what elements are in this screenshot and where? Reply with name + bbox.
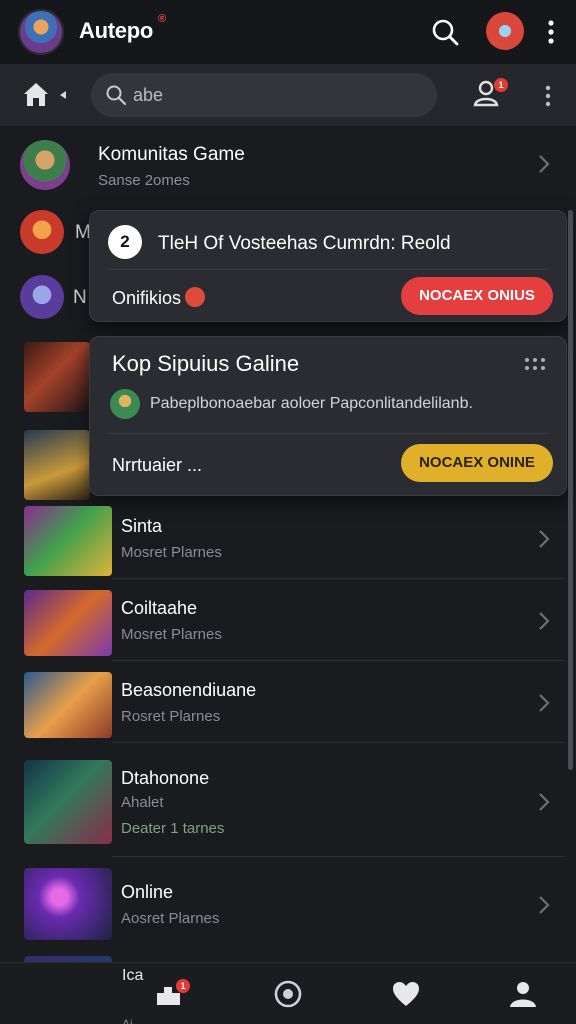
notification-badge: 1	[494, 78, 508, 92]
game-title: Dtahonone	[121, 768, 210, 788]
game-list-item[interactable]: Sinta Mosret Plarnes	[0, 504, 576, 580]
divider	[108, 433, 548, 434]
game-title: Beasonendiuane	[121, 680, 257, 700]
divider	[112, 578, 564, 579]
notification-title: TleH Of Vosteehas Cumrdn: Reold	[158, 233, 451, 254]
divider	[112, 856, 564, 857]
emoji-icon	[185, 287, 206, 307]
chevron-right-icon	[539, 612, 550, 630]
search-icon	[106, 85, 127, 106]
app-logo[interactable]	[18, 9, 64, 55]
game-thumbnail[interactable]	[24, 342, 90, 412]
partial-item-subtitle: Ai	[122, 1017, 133, 1024]
grid-dots-icon[interactable]	[522, 355, 548, 373]
game-title: Sinta	[121, 516, 163, 536]
title-mark: ®	[158, 13, 167, 25]
discover-tab-icon[interactable]	[273, 979, 303, 1009]
chevron-right-icon	[539, 896, 550, 914]
game-subtitle: Aosret Plarnes	[121, 910, 220, 927]
game-thumbnail	[24, 590, 112, 656]
divider	[108, 269, 548, 270]
profile-icon[interactable]	[508, 979, 538, 1009]
game-thumbnail	[24, 760, 112, 844]
more-vertical-icon[interactable]	[538, 82, 558, 110]
notification-card[interactable]: 2 TleH Of Vosteehas Cumrdn: Reold Onifik…	[89, 210, 567, 322]
game-list-item[interactable]: Beasonendiuane Rosret Plarnes	[0, 668, 576, 744]
game-subtitle-secondary: Ahalet	[121, 794, 164, 811]
chevron-right-icon	[539, 155, 550, 173]
chevron-right-icon	[539, 530, 550, 548]
featured-title: Kop Sipuius Galine	[112, 351, 300, 376]
game-thumbnail	[24, 868, 112, 940]
home-icon[interactable]	[20, 78, 52, 110]
community-subtitle: Sanse 2omes	[98, 172, 190, 189]
list-avatar[interactable]	[20, 210, 64, 254]
divider	[112, 742, 564, 743]
caret-left-icon[interactable]	[58, 90, 68, 100]
community-row[interactable]: Komunitas Game Sanse 2omes	[0, 126, 576, 196]
profile-avatar[interactable]	[486, 12, 524, 50]
more-vertical-icon[interactable]	[540, 16, 562, 48]
featured-game-card[interactable]: Kop Sipuius Galine Pabeplbonoaebar aoloe…	[89, 336, 567, 496]
community-title: Komunitas Game	[98, 144, 245, 165]
featured-avatar	[110, 389, 140, 419]
game-subtitle: Rosret Plarnes	[121, 708, 221, 725]
top-app-bar: Autepo ®	[0, 0, 576, 64]
featured-status: Nrrtuaier ...	[112, 455, 203, 475]
partial-item-title: Ica	[122, 967, 144, 984]
navigation-bar: 1	[0, 64, 576, 126]
scrollbar[interactable]	[568, 210, 573, 770]
heart-icon[interactable]	[391, 979, 421, 1009]
notification-status: Onifikios	[112, 287, 206, 309]
search-input[interactable]	[133, 73, 423, 117]
search-icon[interactable]	[430, 17, 460, 47]
divider	[112, 660, 564, 661]
game-subtitle: Deater 1 tarnes	[121, 820, 225, 837]
app-title: Autepo	[79, 18, 153, 43]
action-button-red[interactable]: NOCAEX ONIUS	[401, 277, 553, 315]
game-title: Online	[121, 882, 174, 902]
chevron-right-icon	[539, 694, 550, 712]
bottom-navigation: Ica Ai 1	[0, 962, 576, 1024]
chevron-right-icon	[539, 793, 550, 811]
notification-icon: 2	[108, 225, 142, 259]
community-avatar	[20, 140, 70, 190]
game-title: Coiltaahe	[121, 598, 198, 618]
search-box[interactable]	[91, 73, 437, 117]
game-thumbnail	[24, 672, 112, 738]
list-item-initial: N	[73, 287, 87, 308]
game-subtitle: Mosret Plarnes	[121, 626, 222, 643]
game-list-item[interactable]: Dtahonone Ahalet Deater 1 tarnes	[0, 756, 576, 852]
home-tab-badge: 1	[176, 979, 190, 993]
game-subtitle: Mosret Plarnes	[121, 544, 222, 561]
list-avatar[interactable]	[20, 275, 64, 319]
status-label: Onifikios	[112, 288, 182, 308]
game-thumbnail[interactable]	[24, 430, 90, 500]
action-button-yellow[interactable]: NOCAEX ONINE	[401, 444, 553, 482]
featured-description: Pabeplbonoaebar aoloer Papconlitandelila…	[150, 395, 473, 412]
game-thumbnail	[24, 506, 112, 576]
game-list-item[interactable]: Coiltaahe Mosret Plarnes	[0, 586, 576, 662]
game-list-item[interactable]: Online Aosret Plarnes	[0, 866, 576, 944]
